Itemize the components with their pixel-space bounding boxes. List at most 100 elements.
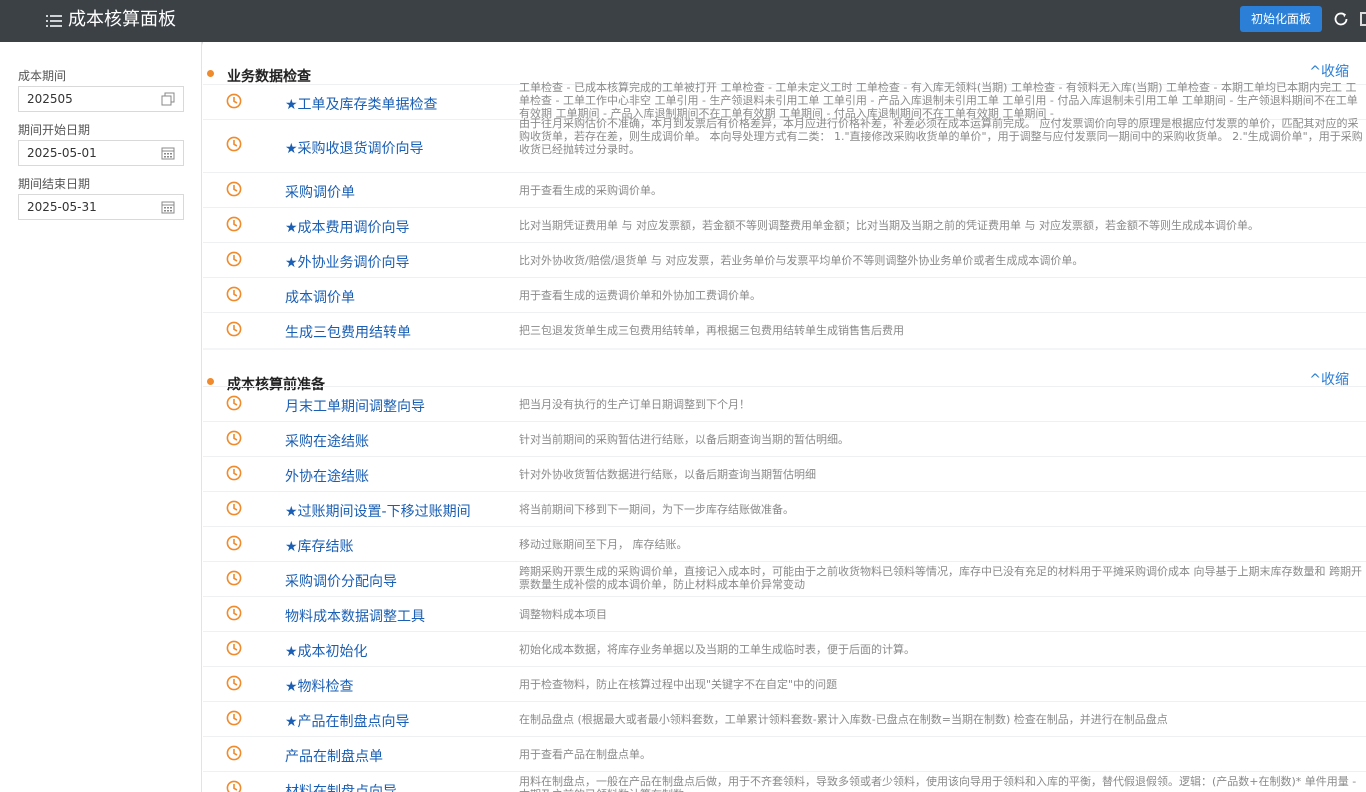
item-link[interactable]: 产品在制盘点单 [285, 746, 383, 766]
filter-sidebar: 成本期间 202505 期间开始日期 2025-05-01 期间结束日期 202… [0, 42, 202, 792]
collapse-button[interactable]: ^收缩 [1309, 61, 1349, 81]
list-item[interactable]: 外协在途结账 针对外协收货暂估数据进行结账，以备后期查询当期暂估明细 [203, 456, 1366, 491]
item-link[interactable]: 月末工单期间调整向导 [285, 396, 425, 416]
calendar-icon[interactable] [161, 200, 175, 214]
item-description: 用料在制盘点，一般在产品在制盘点后做，用于不齐套领料，导致多领或者少领料，使用该… [519, 775, 1357, 792]
clock-icon [226, 395, 242, 411]
clock-icon [226, 780, 242, 792]
item-link[interactable]: 生成三包费用结转单 [285, 322, 411, 342]
item-description: 比对当期凭证费用单 与 对应发票额，若金额不等则调整费用单金额；比对当期及当期之… [519, 219, 1259, 232]
period-label: 成本期间 [18, 69, 67, 83]
item-description: 跨期采购开票生成的采购调价单，直接记入成本时，可能由于之前收货物料已领料等情况，… [519, 565, 1362, 591]
clock-icon [226, 640, 242, 656]
page-title: 成本核算面板 [68, 9, 176, 30]
init-panel-button[interactable]: 初始化面板 [1240, 6, 1322, 32]
list-item[interactable]: 物料成本数据调整工具 调整物料成本项目 [203, 596, 1366, 631]
item-link[interactable]: 采购调价单 [285, 182, 355, 202]
list-item[interactable]: 月末工单期间调整向导 把当月没有执行的生产订单日期调整到下个月！ [203, 386, 1366, 421]
list-item[interactable]: ★成本初始化 初始化成本数据，将库存业务单据以及当期的工单生成临时表，便于后面的… [203, 631, 1366, 666]
item-description: 工单检查 - 已成本核算完成的工单被打开 工单检查 - 工单未定义工时 工单检查… [519, 81, 1358, 120]
item-link[interactable]: 材料在制盘点向导 [285, 781, 397, 792]
end-date-label: 期间结束日期 [18, 177, 91, 191]
section-cost-accounting-prep: 成本核算前准备 ^收缩 月末工单期间调整向导 把当月没有执行的生产订单日期调整到… [203, 350, 1366, 792]
item-link[interactable]: 采购在途结账 [285, 431, 369, 451]
clock-icon [226, 251, 242, 267]
item-description: 针对外协收货暂估数据进行结账，以备后期查询当期暂估明细 [519, 468, 816, 481]
list-item[interactable]: 采购调价分配向导 跨期采购开票生成的采购调价单，直接记入成本时，可能由于之前收货… [203, 561, 1366, 596]
item-link[interactable]: 采购调价分配向导 [285, 571, 397, 591]
item-link[interactable]: ★库存结账 [285, 536, 354, 556]
clock-icon [226, 710, 242, 726]
clock-icon [226, 535, 242, 551]
item-description: 将当前期间下移到下一期间，为下一步库存结账做准备。 [519, 503, 794, 516]
main-panel: 业务数据检查 ^收缩 ★工单及库存类单据检查 工单检查 - 已成本核算完成的工单… [203, 42, 1366, 792]
item-link[interactable]: ★成本费用调价向导 [285, 217, 410, 237]
section-business-data-check: 业务数据检查 ^收缩 ★工单及库存类单据检查 工单检查 - 已成本核算完成的工单… [203, 42, 1366, 348]
clock-icon [226, 465, 242, 481]
item-description: 用于查看生成的采购调价单。 [519, 184, 662, 197]
list-icon[interactable] [46, 13, 62, 29]
item-description: 比对外协收货/赔偿/退货单 与 对应发票，若业务单价与发票平均单价不等则调整外协… [519, 254, 1084, 267]
period-value: 202505 [27, 92, 73, 106]
item-description: 把当月没有执行的生产订单日期调整到下个月！ [519, 398, 750, 411]
item-link[interactable]: 外协在途结账 [285, 466, 369, 486]
list-item[interactable]: ★产品在制盘点向导 在制品盘点 (根据最大或者最小领料套数，工单累计领料套数-累… [203, 701, 1366, 736]
section-dot [207, 378, 214, 385]
item-link[interactable]: ★物料检查 [285, 676, 354, 696]
list-item[interactable]: 采购在途结账 针对当前期间的采购暂估进行结账，以备后期查询当期的暂估明细。 [203, 421, 1366, 456]
list-item[interactable]: 生成三包费用结转单 把三包退发货单生成三包费用结转单，再根据三包费用结转单生成销… [203, 312, 1366, 347]
item-link[interactable]: ★过账期间设置-下移过账期间 [285, 501, 471, 521]
item-link[interactable]: ★采购收退货调价向导 [285, 138, 424, 158]
item-link[interactable]: 物料成本数据调整工具 [285, 606, 425, 626]
section-title: 业务数据检查 [227, 69, 311, 85]
end-date-field[interactable]: 2025-05-31 [18, 194, 184, 220]
item-link[interactable]: ★成本初始化 [285, 641, 368, 661]
item-description: 用于查看产品在制盘点单。 [519, 748, 651, 761]
clock-icon [226, 570, 242, 586]
list-item[interactable]: ★库存结账 移动过账期间至下月， 库存结账。 [203, 526, 1366, 561]
period-field[interactable]: 202505 [18, 86, 184, 112]
clock-icon [226, 286, 242, 302]
window-icon[interactable] [1360, 12, 1366, 26]
item-description: 用于检查物料，防止在核算过程中出现"关键字不在自定"中的问题 [519, 678, 838, 691]
item-link[interactable]: ★工单及库存类单据检查 [285, 94, 438, 114]
clock-icon [226, 181, 242, 197]
start-date-field[interactable]: 2025-05-01 [18, 140, 184, 166]
item-description: 针对当前期间的采购暂估进行结账，以备后期查询当期的暂估明细。 [519, 433, 849, 446]
refresh-icon[interactable] [1333, 11, 1349, 27]
list-item[interactable]: ★过账期间设置-下移过账期间 将当前期间下移到下一期间，为下一步库存结账做准备。 [203, 491, 1366, 526]
copy-icon[interactable] [161, 92, 175, 106]
list-item[interactable]: 成本调价单 用于查看生成的运费调价单和外协加工费调价单。 [203, 277, 1366, 312]
top-bar: 成本核算面板 初始化面板 [0, 0, 1366, 42]
list-item[interactable]: ★工单及库存类单据检查 工单检查 - 已成本核算完成的工单被打开 工单检查 - … [203, 81, 1366, 120]
item-link[interactable]: ★产品在制盘点向导 [285, 711, 410, 731]
item-description: 初始化成本数据，将库存业务单据以及当期的工单生成临时表，便于后面的计算。 [519, 643, 915, 656]
item-description: 用于查看生成的运费调价单和外协加工费调价单。 [519, 289, 761, 302]
clock-icon [226, 430, 242, 446]
list-item[interactable]: 采购调价单 用于查看生成的采购调价单。 [203, 172, 1366, 207]
list-item[interactable]: ★成本费用调价向导 比对当期凭证费用单 与 对应发票额，若金额不等则调整费用单金… [203, 207, 1366, 242]
section-header: 业务数据检查 ^收缩 [203, 42, 1366, 85]
clock-icon [226, 500, 242, 516]
list-item[interactable]: ★物料检查 用于检查物料，防止在核算过程中出现"关键字不在自定"中的问题 [203, 666, 1366, 701]
start-date-value: 2025-05-01 [27, 146, 97, 160]
item-description: 移动过账期间至下月， 库存结账。 [519, 538, 688, 551]
list-item[interactable]: ★外协业务调价向导 比对外协收货/赔偿/退货单 与 对应发票，若业务单价与发票平… [203, 242, 1366, 277]
item-link[interactable]: 成本调价单 [285, 287, 355, 307]
clock-icon [226, 605, 242, 621]
start-date-label: 期间开始日期 [18, 123, 91, 137]
item-description: 调整物料成本项目 [519, 608, 607, 621]
item-description: 在制品盘点 (根据最大或者最小领料套数，工单累计领料套数-累计入库数-已盘点在制… [519, 713, 1168, 726]
item-link[interactable]: ★外协业务调价向导 [285, 252, 410, 272]
clock-icon [226, 93, 242, 109]
end-date-value: 2025-05-31 [27, 200, 97, 214]
clock-icon [226, 136, 242, 152]
list-item[interactable]: 材料在制盘点向导 用料在制盘点，一般在产品在制盘点后做，用于不齐套领料，导致多领… [203, 771, 1366, 792]
item-description: 把三包退发货单生成三包费用结转单，再根据三包费用结转单生成销售售后费用 [519, 324, 904, 337]
list-item[interactable]: 产品在制盘点单 用于查看产品在制盘点单。 [203, 736, 1366, 771]
section-dot [207, 70, 214, 77]
clock-icon [226, 321, 242, 337]
clock-icon [226, 675, 242, 691]
calendar-icon[interactable] [161, 146, 175, 160]
list-item[interactable]: ★采购收退货调价向导 由于往月采购估价不准确，本月到发票后有价格差异，本月应进行… [203, 117, 1366, 172]
